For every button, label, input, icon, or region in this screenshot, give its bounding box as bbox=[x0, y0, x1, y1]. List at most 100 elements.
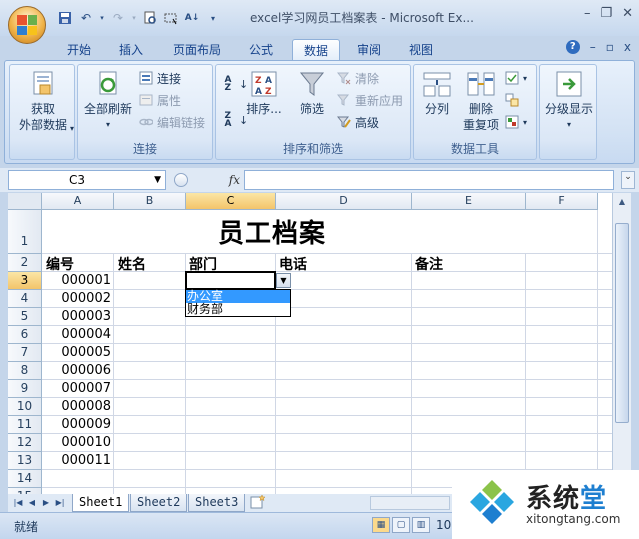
help-icon[interactable]: ? bbox=[565, 40, 580, 54]
what-if-analysis-button[interactable]: ▾ bbox=[504, 113, 527, 131]
clear-filter-button[interactable]: 清除 bbox=[336, 69, 379, 87]
filter-button[interactable]: 筛选 bbox=[290, 69, 334, 117]
doc-restore-button[interactable]: ▫ bbox=[606, 40, 614, 54]
tab-view[interactable]: 视图 bbox=[398, 39, 444, 60]
sheet-tab-sheet1[interactable]: Sheet1 bbox=[72, 494, 130, 512]
worksheet-grid[interactable]: A B C D E F 1 2 3 4 5 6 7 8 9 10 11 12 1… bbox=[8, 193, 612, 494]
header-cell-phone[interactable]: 电话 bbox=[279, 254, 307, 274]
vertical-scroll-thumb[interactable] bbox=[615, 223, 629, 423]
undo-icon[interactable]: ↶ bbox=[77, 9, 95, 27]
row-header-3[interactable]: 3 bbox=[8, 272, 42, 290]
tab-page-layout[interactable]: 页面布局 bbox=[164, 39, 230, 60]
tab-home[interactable]: 开始 bbox=[56, 39, 102, 60]
row-header-8[interactable]: 8 bbox=[8, 362, 42, 380]
row-header-12[interactable]: 12 bbox=[8, 434, 42, 452]
column-header-b[interactable]: B bbox=[114, 193, 186, 210]
row-header-2[interactable]: 2 bbox=[8, 254, 42, 272]
sheet-tab-sheet2[interactable]: Sheet2 bbox=[130, 494, 188, 512]
id-cell[interactable]: 000006 bbox=[44, 363, 111, 378]
header-cell-id[interactable]: 编号 bbox=[46, 254, 74, 274]
formula-input[interactable] bbox=[244, 170, 614, 190]
id-cell[interactable]: 000004 bbox=[44, 327, 111, 342]
row-header-9[interactable]: 9 bbox=[8, 380, 42, 398]
office-button[interactable] bbox=[8, 6, 46, 44]
minimize-button[interactable]: – bbox=[584, 6, 591, 21]
reapply-button[interactable]: 重新应用 bbox=[336, 91, 403, 109]
close-button[interactable]: ✕ bbox=[622, 6, 633, 21]
id-cell[interactable]: 000005 bbox=[44, 345, 111, 360]
connections-button[interactable]: 连接 bbox=[138, 69, 181, 87]
select-all-corner[interactable] bbox=[8, 193, 42, 210]
customize-qat-icon[interactable]: ▾ bbox=[204, 9, 222, 27]
row-header-7[interactable]: 7 bbox=[8, 344, 42, 362]
get-external-data-button[interactable]: 获取 外部数据 ▾ bbox=[12, 69, 74, 133]
column-header-c[interactable]: C bbox=[186, 193, 276, 210]
tab-data[interactable]: 数据 bbox=[292, 39, 340, 60]
page-layout-view-icon[interactable]: ▢ bbox=[392, 517, 410, 533]
redo-dropdown-icon[interactable]: ▾ bbox=[130, 9, 138, 27]
data-validation-button[interactable]: ▾ bbox=[504, 69, 527, 87]
restore-button[interactable]: ❐ bbox=[600, 6, 612, 21]
id-cell[interactable]: 000011 bbox=[44, 453, 111, 468]
last-sheet-icon[interactable]: ▶| bbox=[54, 496, 66, 510]
name-box[interactable]: C3 ▼ bbox=[8, 170, 166, 190]
tab-formulas[interactable]: 公式 bbox=[238, 39, 284, 60]
tab-review[interactable]: 审阅 bbox=[346, 39, 392, 60]
next-sheet-icon[interactable]: ▶ bbox=[40, 496, 52, 510]
row-header-5[interactable]: 5 bbox=[8, 308, 42, 326]
column-header-d[interactable]: D bbox=[276, 193, 412, 210]
edit-links-button[interactable]: 编辑链接 bbox=[138, 113, 205, 131]
id-cell[interactable]: 000003 bbox=[44, 309, 111, 324]
id-cell[interactable]: 000002 bbox=[44, 291, 111, 306]
properties-button[interactable]: 属性 bbox=[138, 91, 181, 109]
cell-dropdown-arrow-icon[interactable]: ▼ bbox=[276, 273, 291, 288]
row-header-6[interactable]: 6 bbox=[8, 326, 42, 344]
id-cell[interactable]: 000008 bbox=[44, 399, 111, 414]
undo-dropdown-icon[interactable]: ▾ bbox=[98, 9, 106, 27]
print-preview-icon[interactable] bbox=[141, 9, 159, 27]
sheet-tab-sheet3[interactable]: Sheet3 bbox=[188, 494, 246, 512]
row-header-1[interactable]: 1 bbox=[8, 210, 42, 254]
prev-sheet-icon[interactable]: ◀ bbox=[26, 496, 38, 510]
save-icon[interactable] bbox=[56, 9, 74, 27]
select-objects-icon[interactable] bbox=[162, 9, 180, 27]
id-cell[interactable]: 000009 bbox=[44, 417, 111, 432]
row-header-4[interactable]: 4 bbox=[8, 290, 42, 308]
formula-splitter-icon[interactable] bbox=[174, 173, 188, 187]
text-to-columns-button[interactable]: 分列 bbox=[416, 69, 458, 117]
vertical-scrollbar[interactable]: ▲ ▼ bbox=[612, 193, 631, 494]
header-cell-notes[interactable]: 备注 bbox=[415, 254, 443, 274]
column-header-a[interactable]: A bbox=[42, 193, 114, 210]
refresh-all-button[interactable]: 全部刷新 ▾ bbox=[80, 69, 136, 133]
column-header-f[interactable]: F bbox=[526, 193, 598, 210]
doc-close-button[interactable]: x bbox=[624, 40, 631, 54]
consolidate-button[interactable] bbox=[504, 91, 520, 109]
active-cell-c3[interactable] bbox=[185, 271, 276, 290]
id-cell[interactable]: 000001 bbox=[44, 273, 111, 288]
advanced-filter-button[interactable]: 高级 bbox=[336, 113, 379, 131]
scroll-up-icon[interactable]: ▲ bbox=[615, 195, 629, 209]
redo-icon[interactable]: ↷ bbox=[109, 9, 127, 27]
chevron-down-icon[interactable]: ▼ bbox=[154, 171, 161, 189]
normal-view-icon[interactable]: ▦ bbox=[372, 517, 390, 533]
row-header-14[interactable]: 14 bbox=[8, 470, 42, 488]
tab-insert[interactable]: 插入 bbox=[108, 39, 154, 60]
column-header-e[interactable]: E bbox=[412, 193, 526, 210]
expand-formula-bar-icon[interactable]: ⌄ bbox=[621, 171, 635, 189]
outline-button[interactable]: 分级显示 ▾ bbox=[540, 69, 598, 133]
horizontal-scrollbar[interactable] bbox=[370, 496, 450, 510]
insert-function-icon[interactable]: fx bbox=[229, 173, 240, 187]
zoom-level[interactable]: 10 bbox=[436, 518, 451, 532]
row-header-11[interactable]: 11 bbox=[8, 416, 42, 434]
doc-minimize-button[interactable]: – bbox=[590, 40, 596, 54]
id-cell[interactable]: 000010 bbox=[44, 435, 111, 450]
first-sheet-icon[interactable]: |◀ bbox=[12, 496, 24, 510]
row-header-10[interactable]: 10 bbox=[8, 398, 42, 416]
page-break-view-icon[interactable]: ▥ bbox=[412, 517, 430, 533]
sort-button[interactable]: ZAAZ 排序... bbox=[244, 69, 284, 117]
row-header-13[interactable]: 13 bbox=[8, 452, 42, 470]
sort-az-icon[interactable]: A↓ bbox=[183, 9, 201, 27]
id-cell[interactable]: 000007 bbox=[44, 381, 111, 396]
header-cell-name[interactable]: 姓名 bbox=[118, 254, 146, 274]
dropdown-option-finance[interactable]: 财务部 bbox=[186, 303, 290, 316]
